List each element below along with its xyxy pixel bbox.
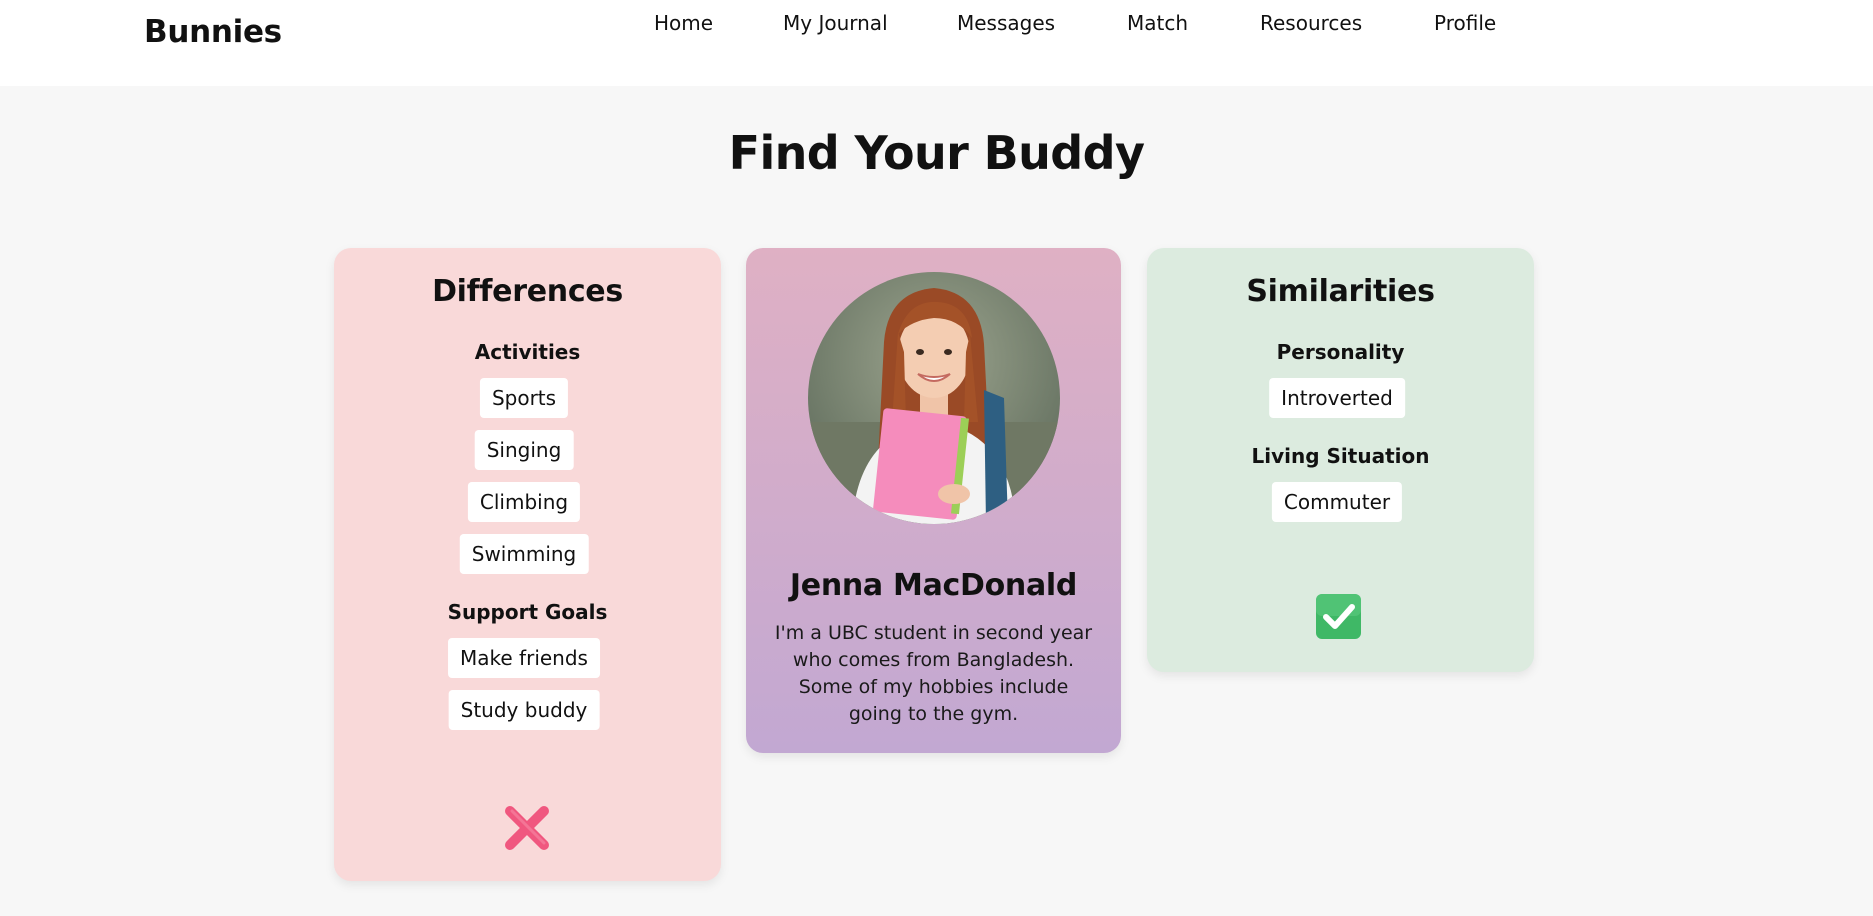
goal-chip: Make friends — [448, 638, 600, 678]
support-goals-label: Support Goals — [447, 600, 608, 624]
nav-profile[interactable]: Profile — [1434, 11, 1496, 35]
differences-title: Differences — [432, 274, 623, 309]
reject-button[interactable] — [500, 801, 554, 855]
living-chip: Commuter — [1271, 482, 1403, 522]
personality-chip: Introverted — [1269, 378, 1405, 418]
personality-label: Personality — [1276, 340, 1405, 364]
page-title: Find Your Buddy — [728, 126, 1145, 180]
profile-bio: I'm a UBC student in second year who com… — [774, 622, 1093, 725]
nav-my-journal[interactable]: My Journal — [783, 11, 888, 35]
avatar — [808, 272, 1060, 524]
check-mark-icon — [1316, 594, 1361, 639]
differences-card: Differences Activities Sports Singing Cl… — [334, 248, 721, 881]
activity-chip: Swimming — [459, 534, 589, 574]
activity-chip: Sports — [479, 378, 569, 418]
goal-chip: Study buddy — [448, 690, 600, 730]
nav-messages[interactable]: Messages — [957, 11, 1055, 35]
living-situation-label: Living Situation — [1251, 444, 1430, 468]
brand-logo[interactable]: Bunnies — [144, 14, 282, 50]
profile-card: Jenna MacDonald I'm a UBC student in sec… — [746, 248, 1121, 753]
cross-mark-icon — [505, 806, 549, 850]
activity-chip: Climbing — [467, 482, 581, 522]
nav-home[interactable]: Home — [654, 11, 713, 35]
top-navbar: Bunnies Home My Journal Messages Match R… — [0, 0, 1873, 86]
activity-chip: Singing — [474, 430, 574, 470]
similarities-card: Similarities Personality Introverted Liv… — [1147, 248, 1534, 672]
accept-button[interactable] — [1315, 593, 1362, 640]
nav-match[interactable]: Match — [1127, 11, 1188, 35]
similarities-title: Similarities — [1246, 274, 1435, 309]
profile-name: Jenna MacDonald — [789, 568, 1078, 603]
activities-label: Activities — [474, 340, 581, 364]
profile-photo — [808, 272, 1060, 524]
nav-resources[interactable]: Resources — [1260, 11, 1362, 35]
